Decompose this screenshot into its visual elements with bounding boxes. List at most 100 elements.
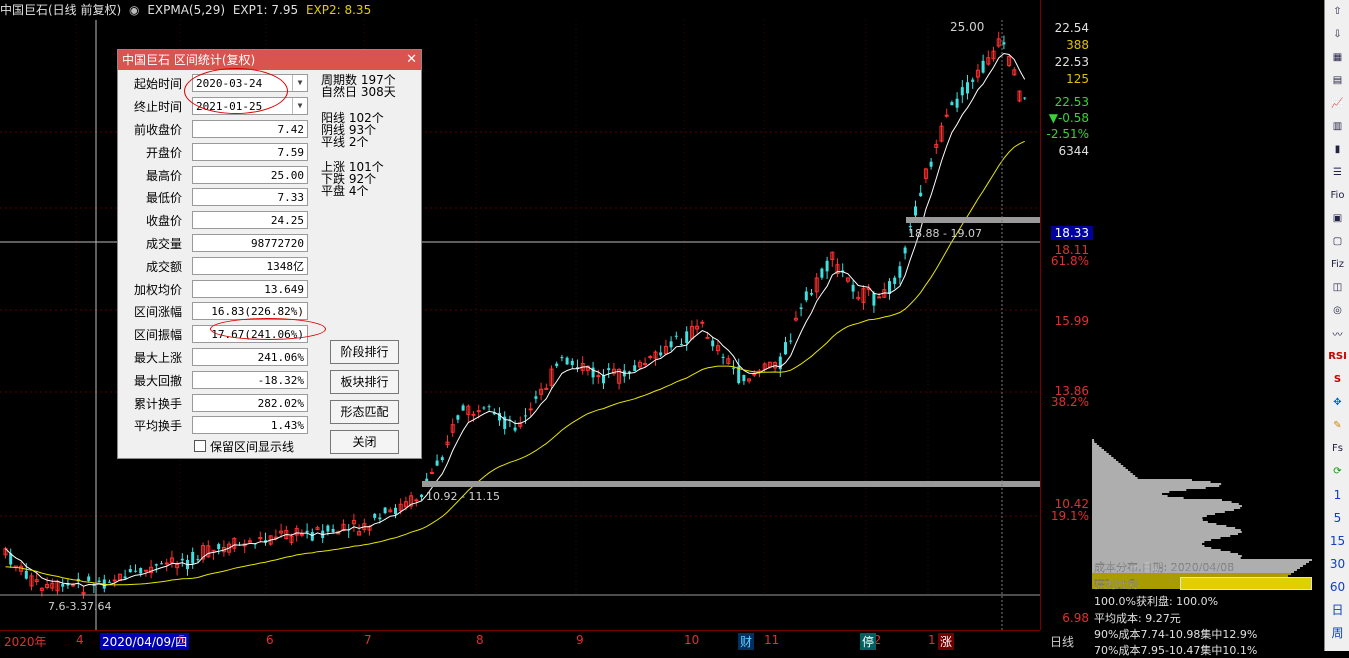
date-tick-label: 7 [364, 633, 372, 647]
price-axis-label: 388 [1066, 38, 1089, 52]
stat-field-value: 13.649 [192, 279, 308, 298]
cost-date-line: 成本分布,日期: 2020/04/08 [1094, 561, 1235, 574]
trend-icon[interactable]: 📈 [1325, 92, 1349, 115]
stage-ranking-button[interactable]: 阶段排行 [330, 340, 399, 364]
pencil-icon[interactable]: ✎ [1325, 414, 1349, 437]
indicator-icon[interactable]: 〰 [1325, 322, 1349, 345]
stat-field-value: 7.33 [192, 188, 308, 207]
period-label[interactable]: 日线 [1050, 633, 1074, 650]
period-stat: 平线 2个 [321, 135, 369, 149]
exp1-value: 7.95 [271, 3, 299, 17]
stock-title: 中国巨石(日线 前复权) [0, 3, 122, 17]
date-tick-label: 2020年 [4, 635, 47, 649]
s-icon[interactable]: S [1325, 368, 1349, 391]
stat-field-label: 前收盘价 [133, 123, 182, 137]
bar-chart-icon[interactable]: ▥ [1325, 115, 1349, 138]
price-axis-label: 22.53 [1054, 95, 1089, 109]
cost-distribution-panel: 成本分布,日期: 2020/04/08 获利比例 100.0%获利盘: 100.… [1092, 0, 1324, 657]
stat-field-row: 最大回撤 -18.32% [118, 370, 318, 391]
right-toolbar: ⇧ ⇩ ▦ ▤ 📈 ▥ ▮ ☰ Fio ▣ ▢ Fiz ◫ ◎ 〰 RSI S … [1324, 0, 1349, 651]
quote-icon[interactable]: ▦ [1325, 46, 1349, 69]
date-tick-label: 8 [476, 633, 484, 647]
range-band-lower [422, 481, 1040, 487]
period-button[interactable]: 日 [1325, 598, 1349, 621]
exp2-value: 8.35 [344, 3, 372, 17]
candle-icon[interactable]: ▮ [1325, 138, 1349, 161]
refresh-icon[interactable]: ⟳ [1325, 460, 1349, 483]
low-price-label: 7.6-3.37.64 [48, 600, 111, 613]
period-button[interactable]: 5 [1325, 506, 1349, 529]
stat-field-label: 成交额 [145, 259, 182, 274]
stat-field-label: 加权均价 [133, 282, 182, 297]
stat-field-row: 加权均价 13.649 [118, 279, 318, 300]
period-button[interactable]: 30 [1325, 552, 1349, 575]
price-axis-label: 6.98 [1062, 611, 1089, 625]
stat-field-value: 241.06% [192, 348, 308, 366]
period-button[interactable]: 周 [1325, 621, 1349, 644]
price-axis-label: 6344 [1058, 144, 1089, 158]
sector-ranking-button[interactable]: 板块排行 [330, 370, 399, 394]
exp2-label: EXP2: [305, 3, 341, 17]
stat-field-row: 最高价 25.00 [118, 165, 318, 186]
news-icon[interactable]: ▣ [1325, 207, 1349, 230]
doc-icon[interactable]: ▢ [1325, 230, 1349, 253]
stat-field-row: 开盘价 7.59 [118, 142, 318, 163]
pattern-match-button[interactable]: 形态匹配 [330, 400, 399, 424]
price-axis-label: 19.1% [1050, 509, 1089, 523]
stat-field-row: 成交额 1348亿 [118, 256, 318, 277]
period-stat: 平盘 4个 [321, 184, 369, 198]
move-icon[interactable]: ✥ [1325, 391, 1349, 414]
indicator-name[interactable]: EXPMA(5,29) [147, 3, 225, 17]
cost-90: 90%成本7.74-10.98集中12.9% [1094, 628, 1258, 641]
circle-icon[interactable]: ◎ [1325, 299, 1349, 322]
chart-type-icon[interactable]: ◫ [1325, 276, 1349, 299]
band-upper-label: 18.88 - 19.07 [908, 227, 982, 240]
range-gain-highlight-ellipse [210, 318, 326, 340]
stat-field-value: 7.42 [192, 120, 308, 138]
selected-date-label: 2020/04/09/四 [100, 633, 190, 650]
list-icon[interactable]: ☰ [1325, 161, 1349, 184]
price-axis: 22.54 388 22.53 125 22.53 ▼-0.58 -2.51% 6344 18.… [1040, 0, 1093, 630]
price-axis-label: 18.33 [1050, 226, 1093, 240]
high-price-label: 25.00 [950, 20, 984, 34]
keep-range-checkbox-row[interactable]: 保留区间显示线 [194, 438, 294, 455]
close-icon[interactable]: ✕ [406, 50, 417, 70]
stat-field-value: 282.02% [192, 393, 308, 412]
stat-field-label: 最低价 [145, 191, 182, 206]
stat-field-label: 最大回撤 [133, 373, 182, 388]
date-axis: 2020年42020/04/09/四5678910财1112停1涨日线 [0, 630, 1074, 652]
scroll-down-icon[interactable]: ⇩ [1325, 23, 1349, 46]
f10-icon[interactable]: Fio [1325, 184, 1349, 207]
price-axis-label: 22.54 [1054, 21, 1089, 35]
period-button[interactable]: 60 [1325, 575, 1349, 598]
date-tick-label: 涨 [938, 633, 955, 650]
table-icon[interactable]: ▤ [1325, 69, 1349, 92]
date-tick-label: 11 [764, 633, 780, 647]
keep-range-checkbox[interactable] [194, 440, 206, 452]
rsi-icon[interactable]: RSI [1325, 345, 1349, 368]
indicator-settings-icon[interactable]: ◉ [129, 3, 139, 17]
date-tick-label: 4 [76, 633, 84, 647]
stat-field-row: 最低价 7.33 [118, 188, 318, 208]
dialog-titlebar[interactable]: 中国巨石 区间统计(复权) ✕ [118, 50, 421, 70]
period-stat: 自然日 308天 [321, 85, 396, 99]
band-lower-label: 10.92 - 11.15 [426, 490, 500, 503]
fs-icon[interactable]: Fs [1325, 437, 1349, 460]
fiz-icon[interactable]: Fiz [1325, 253, 1349, 276]
interval-stats-dialog: 中国巨石 区间统计(复权) ✕ 起始时间 2020-03-24 ▼ 终止时间 20… [117, 49, 422, 459]
stat-field-label: 最高价 [145, 168, 182, 183]
chevron-down-icon[interactable]: ▼ [292, 98, 307, 114]
stat-field-value: -18.32% [192, 370, 308, 389]
price-axis-label: 22.53 [1054, 55, 1089, 69]
period-button[interactable]: 15 [1325, 529, 1349, 552]
chevron-down-icon[interactable]: ▼ [292, 75, 307, 91]
close-button[interactable]: 关闭 [330, 430, 399, 454]
period-button[interactable]: 1 [1325, 483, 1349, 506]
stat-field-value: 24.25 [192, 211, 308, 230]
scroll-up-icon[interactable]: ⇧ [1325, 0, 1349, 23]
price-axis-label: ▼-0.58 [1048, 111, 1089, 125]
chart-header: 中国巨石(日线 前复权) ◉ EXPMA(5,29) EXP1: 7.95 EX… [0, 0, 1040, 20]
stat-field-value: 1.43% [192, 416, 308, 435]
average-cost: 平均成本: 9.27元 [1094, 612, 1181, 625]
dialog-title: 中国巨石 区间统计(复权) [122, 53, 256, 67]
